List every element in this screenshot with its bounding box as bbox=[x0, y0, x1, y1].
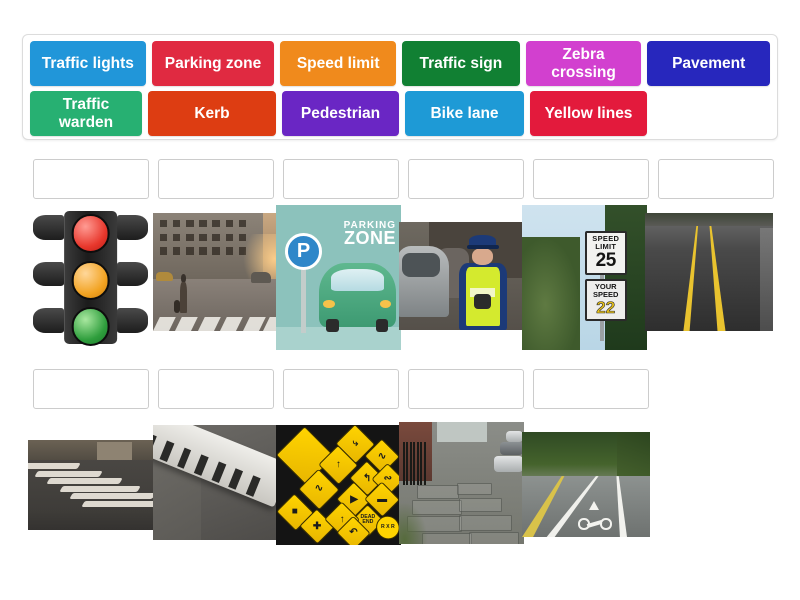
traffic-light-visor-left-amber bbox=[33, 261, 65, 287]
label-row-1: Traffic lights Parking zone Speed limit … bbox=[30, 41, 770, 86]
merge-arrows-icon: ↑ bbox=[335, 459, 341, 471]
label-bank: Traffic lights Parking zone Speed limit … bbox=[22, 34, 778, 140]
label-chip-traffic-lights[interactable]: Traffic lights bbox=[30, 41, 146, 86]
dropzone-2-1[interactable] bbox=[33, 369, 149, 409]
speed-limit-photo: SPEED LIMIT 25 YOUR SPEED 22 bbox=[522, 205, 647, 350]
parking-zone-illustration: PARKING ZONE P bbox=[276, 205, 401, 350]
label-chip-traffic-sign[interactable]: Traffic sign bbox=[402, 41, 520, 86]
crossing-stripes bbox=[28, 462, 153, 509]
your-speed-sign-number: 22 bbox=[596, 298, 616, 318]
dropzone-row-2 bbox=[33, 369, 649, 409]
image-card-zebra-crossing[interactable] bbox=[28, 440, 153, 530]
dropzone-row-1 bbox=[33, 159, 774, 199]
dropzone-2-5[interactable] bbox=[533, 369, 649, 409]
traffic-light-illustration bbox=[28, 205, 153, 350]
image-card-yellow-lines[interactable] bbox=[645, 213, 773, 331]
image-card-bike-lane[interactable] bbox=[522, 432, 650, 537]
parking-zone-title-line2: ZONE bbox=[343, 228, 396, 249]
parking-sign-icon: P bbox=[284, 232, 323, 271]
background-car-right bbox=[250, 272, 271, 283]
traffic-light-visor-right-green bbox=[116, 307, 148, 333]
traffic-warden-photo bbox=[399, 222, 524, 330]
your-speed-sign-line2: SPEED bbox=[593, 289, 619, 299]
image-card-traffic-lights[interactable] bbox=[28, 205, 153, 350]
lane-arrow-marking bbox=[588, 500, 599, 510]
traffic-light-visor-left-green bbox=[33, 307, 65, 333]
image-card-kerb[interactable] bbox=[153, 425, 278, 540]
label-chip-parking-zone[interactable]: Parking zone bbox=[151, 41, 275, 86]
traffic-light-visor-right-amber bbox=[116, 261, 148, 287]
traffic-light-green-lamp bbox=[71, 307, 110, 346]
dropzone-2-4[interactable] bbox=[408, 369, 524, 409]
vehicle-icon: ▬ bbox=[376, 493, 387, 505]
asphalt-surface bbox=[645, 213, 773, 331]
label-chip-yellow-lines[interactable]: Yellow lines bbox=[530, 91, 647, 136]
dropzone-2-3[interactable] bbox=[283, 369, 399, 409]
dropzone-1-3[interactable] bbox=[283, 159, 399, 199]
dropzone-1-1[interactable] bbox=[33, 159, 149, 199]
image-card-traffic-sign[interactable]: ⤷ ∿ ↑ ↰ ∾ ∿ ▶ ▬ DEAD END ■ ✚ ↑ ↶ R X R bbox=[276, 425, 401, 545]
background-wall bbox=[96, 441, 132, 460]
traffic-sign-collage: ⤷ ∿ ↑ ↰ ∾ ∿ ▶ ▬ DEAD END ■ ✚ ↑ ↶ R X R bbox=[276, 425, 401, 545]
dropzone-2-2[interactable] bbox=[158, 369, 274, 409]
road-shoulder bbox=[760, 228, 773, 331]
pavement-photo bbox=[399, 422, 524, 544]
parking-zone-title: PARKING ZONE bbox=[343, 220, 396, 249]
bicycle-marking bbox=[578, 517, 612, 530]
dropzone-1-5[interactable] bbox=[533, 159, 649, 199]
pedestrian-photo bbox=[153, 213, 278, 331]
walking-pedestrian bbox=[173, 274, 191, 324]
label-chip-bike-lane[interactable]: Bike lane bbox=[405, 91, 524, 136]
traffic-light-red-lamp bbox=[71, 214, 110, 254]
zebra-crossing-photo bbox=[28, 440, 153, 530]
weeds bbox=[399, 502, 427, 544]
label-chip-pavement[interactable]: Pavement bbox=[647, 41, 770, 86]
label-chip-zebra-crossing[interactable]: Zebra crossing bbox=[525, 41, 642, 86]
image-card-pedestrian[interactable] bbox=[153, 213, 278, 331]
your-speed-sign: YOUR SPEED 22 bbox=[584, 278, 627, 321]
label-chip-kerb[interactable]: Kerb bbox=[148, 91, 276, 136]
yellow-lines-photo bbox=[645, 213, 773, 331]
speed-limit-sign-line2: LIMIT bbox=[595, 241, 617, 251]
road-surface bbox=[153, 279, 278, 331]
label-chip-pedestrian[interactable]: Pedestrian bbox=[282, 91, 399, 136]
far-pavement bbox=[28, 440, 153, 460]
kerb-photo bbox=[153, 425, 278, 540]
traffic-light-amber-lamp bbox=[71, 260, 110, 300]
green-car bbox=[318, 263, 396, 332]
left-turn-arrow-icon: ↶ bbox=[349, 527, 358, 538]
dropzone-1-6[interactable] bbox=[658, 159, 774, 199]
image-card-speed-limit[interactable]: SPEED LIMIT 25 YOUR SPEED 22 bbox=[522, 205, 647, 350]
railroad-crossing-label: R X R bbox=[380, 523, 395, 530]
speed-limit-sign-number: 25 bbox=[595, 250, 617, 272]
iron-railings bbox=[402, 441, 427, 486]
traffic-light-visor-right-red bbox=[116, 215, 148, 240]
horizon-strip bbox=[645, 213, 773, 226]
label-chip-traffic-warden[interactable]: Traffic warden bbox=[30, 91, 142, 136]
activity-canvas: Traffic lights Parking zone Speed limit … bbox=[0, 0, 800, 600]
trees-left bbox=[522, 236, 580, 350]
speed-limit-sign: SPEED LIMIT 25 bbox=[584, 231, 627, 275]
dropzone-1-2[interactable] bbox=[158, 159, 274, 199]
winding-road-icon: ∿ bbox=[314, 483, 323, 495]
trees-right bbox=[604, 205, 647, 350]
bike-lane-photo bbox=[522, 432, 650, 537]
traffic-light-visor-left-red bbox=[33, 215, 65, 240]
parked-car-left bbox=[399, 245, 449, 318]
label-chip-speed-limit[interactable]: Speed limit bbox=[280, 41, 397, 86]
background-car-left bbox=[155, 272, 173, 282]
dropzone-1-4[interactable] bbox=[408, 159, 524, 199]
image-card-parking-zone[interactable]: PARKING ZONE P bbox=[276, 205, 401, 350]
parked-cars bbox=[474, 429, 524, 483]
warden-figure bbox=[457, 234, 510, 330]
near-road bbox=[28, 510, 153, 530]
label-row-2: Traffic warden Kerb Pedestrian Bike lane… bbox=[30, 91, 770, 136]
image-card-traffic-warden[interactable] bbox=[399, 222, 524, 330]
image-card-pavement[interactable] bbox=[399, 422, 524, 544]
